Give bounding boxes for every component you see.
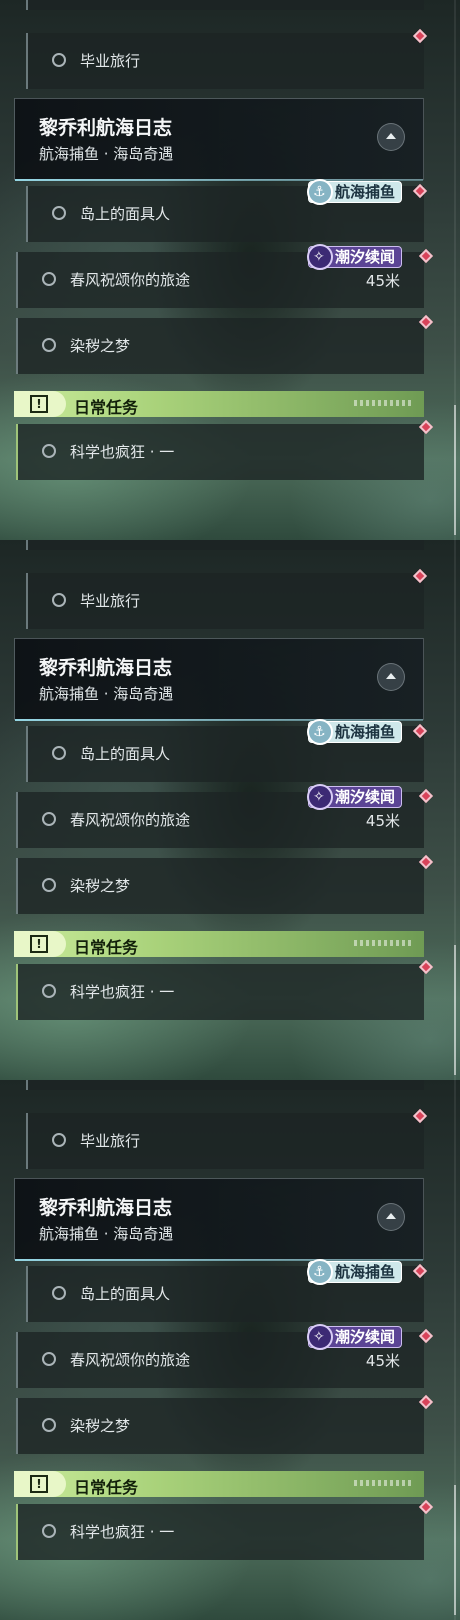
daily-quest-title: 日常任务 xyxy=(74,938,139,957)
badge-label: 航海捕鱼 xyxy=(335,1263,396,1281)
tide-swirl-icon: ✧ xyxy=(307,1324,333,1350)
circle-icon xyxy=(52,1286,66,1300)
quest-item-label: 染秽之梦 xyxy=(70,877,131,895)
quest-item-label: 岛上的面具人 xyxy=(80,205,171,223)
quest-type-badge-fishing: ⚓ 航海捕鱼 xyxy=(307,179,403,205)
tide-swirl-icon: ✧ xyxy=(307,244,333,270)
daily-quest-header[interactable]: 日常任务 xyxy=(14,391,424,417)
exclamation-icon xyxy=(14,1471,66,1497)
header-decoration xyxy=(354,940,414,946)
quest-item-previous[interactable]: 毕业旅行 xyxy=(26,33,424,89)
quest-distance: 45米 xyxy=(365,272,400,290)
quest-type-badge-tide: ✧ 潮汐续闻 xyxy=(307,1324,403,1350)
list-item-partial[interactable] xyxy=(26,540,424,550)
circle-icon xyxy=(42,812,56,826)
daily-quest-item[interactable]: 科学也疯狂 · 一 xyxy=(16,1504,424,1560)
quest-item-label: 毕业旅行 xyxy=(80,592,141,610)
quest-item-label: 春风祝颂你的旅途 xyxy=(70,1351,191,1369)
circle-icon xyxy=(52,1133,66,1147)
chevron-up-icon[interactable] xyxy=(377,663,405,691)
exclamation-icon xyxy=(14,931,66,957)
scrollbar-thumb[interactable] xyxy=(454,1485,456,1615)
quest-panel: 毕业旅行 黎乔利航海日志 航海捕鱼 · 海岛奇遇 岛上的面具人 ⚓ 航海捕鱼 春… xyxy=(0,1080,460,1620)
fishing-hook-icon: ⚓ xyxy=(307,719,333,745)
badge-label: 航海捕鱼 xyxy=(335,183,396,201)
circle-icon xyxy=(42,338,56,352)
quest-group-subtitle: 航海捕鱼 · 海岛奇遇 xyxy=(39,685,174,703)
quest-item-label: 毕业旅行 xyxy=(80,52,141,70)
daily-quest-item[interactable]: 科学也疯狂 · 一 xyxy=(16,424,424,480)
badge-label: 潮汐续闻 xyxy=(335,1328,396,1346)
quest-item-label: 科学也疯狂 · 一 xyxy=(70,443,175,461)
quest-panel: 毕业旅行 黎乔利航海日志 航海捕鱼 · 海岛奇遇 岛上的面具人 ⚓ 航海捕鱼 春… xyxy=(0,0,460,540)
quest-type-badge-tide: ✧ 潮汐续闻 xyxy=(307,244,403,270)
quest-group-header[interactable]: 黎乔利航海日志 航海捕鱼 · 海岛奇遇 xyxy=(14,98,424,181)
fishing-hook-icon: ⚓ xyxy=(307,1259,333,1285)
quest-distance: 45米 xyxy=(365,812,400,830)
scrollbar-thumb[interactable] xyxy=(454,405,456,535)
daily-quest-header[interactable]: 日常任务 xyxy=(14,931,424,957)
circle-icon xyxy=(42,1524,56,1538)
list-item-partial[interactable] xyxy=(26,0,424,10)
quest-item-label: 染秽之梦 xyxy=(70,1417,131,1435)
quest-group-title: 黎乔利航海日志 xyxy=(39,1197,173,1219)
badge-label: 航海捕鱼 xyxy=(335,723,396,741)
quest-distance: 45米 xyxy=(365,1352,400,1370)
daily-quest-title: 日常任务 xyxy=(74,1478,139,1497)
chevron-up-icon[interactable] xyxy=(377,1203,405,1231)
circle-icon xyxy=(42,272,56,286)
quest-item-label: 春风祝颂你的旅途 xyxy=(70,811,191,829)
quest-item-label: 岛上的面具人 xyxy=(80,745,171,763)
circle-icon xyxy=(52,206,66,220)
quest-item[interactable]: 染秽之梦 xyxy=(16,1398,424,1454)
fishing-hook-icon: ⚓ xyxy=(307,179,333,205)
quest-item-previous[interactable]: 毕业旅行 xyxy=(26,573,424,629)
quest-item[interactable]: 染秽之梦 xyxy=(16,858,424,914)
quest-item-label: 春风祝颂你的旅途 xyxy=(70,271,191,289)
circle-icon xyxy=(52,53,66,67)
circle-icon xyxy=(42,444,56,458)
header-decoration xyxy=(354,400,414,406)
quest-item-previous[interactable]: 毕业旅行 xyxy=(26,1113,424,1169)
daily-quest-item[interactable]: 科学也疯狂 · 一 xyxy=(16,964,424,1020)
quest-type-badge-tide: ✧ 潮汐续闻 xyxy=(307,784,403,810)
header-decoration xyxy=(354,1480,414,1486)
circle-icon xyxy=(42,1418,56,1432)
badge-label: 潮汐续闻 xyxy=(335,248,396,266)
quest-item-label: 科学也疯狂 · 一 xyxy=(70,983,175,1001)
quest-group-header[interactable]: 黎乔利航海日志 航海捕鱼 · 海岛奇遇 xyxy=(14,1178,424,1261)
tide-swirl-icon: ✧ xyxy=(307,784,333,810)
quest-group-title: 黎乔利航海日志 xyxy=(39,657,173,679)
scrollbar-thumb[interactable] xyxy=(454,945,456,1075)
quest-group-header[interactable]: 黎乔利航海日志 航海捕鱼 · 海岛奇遇 xyxy=(14,638,424,721)
quest-item-label: 科学也疯狂 · 一 xyxy=(70,1523,175,1541)
quest-type-badge-fishing: ⚓ 航海捕鱼 xyxy=(307,719,403,745)
quest-group-subtitle: 航海捕鱼 · 海岛奇遇 xyxy=(39,1225,174,1243)
quest-group-title: 黎乔利航海日志 xyxy=(39,117,173,139)
daily-quest-header[interactable]: 日常任务 xyxy=(14,1471,424,1497)
circle-icon xyxy=(52,593,66,607)
circle-icon xyxy=(42,878,56,892)
quest-item-label: 染秽之梦 xyxy=(70,337,131,355)
quest-item-label: 岛上的面具人 xyxy=(80,1285,171,1303)
quest-group-subtitle: 航海捕鱼 · 海岛奇遇 xyxy=(39,145,174,163)
circle-icon xyxy=(52,746,66,760)
circle-icon xyxy=(42,1352,56,1366)
circle-icon xyxy=(42,984,56,998)
chevron-up-icon[interactable] xyxy=(377,123,405,151)
daily-quest-title: 日常任务 xyxy=(74,398,139,417)
list-item-partial[interactable] xyxy=(26,1080,424,1090)
quest-type-badge-fishing: ⚓ 航海捕鱼 xyxy=(307,1259,403,1285)
badge-label: 潮汐续闻 xyxy=(335,788,396,806)
exclamation-icon xyxy=(14,391,66,417)
quest-panel: 毕业旅行 黎乔利航海日志 航海捕鱼 · 海岛奇遇 岛上的面具人 ⚓ 航海捕鱼 春… xyxy=(0,540,460,1080)
quest-item-label: 毕业旅行 xyxy=(80,1132,141,1150)
quest-item[interactable]: 染秽之梦 xyxy=(16,318,424,374)
